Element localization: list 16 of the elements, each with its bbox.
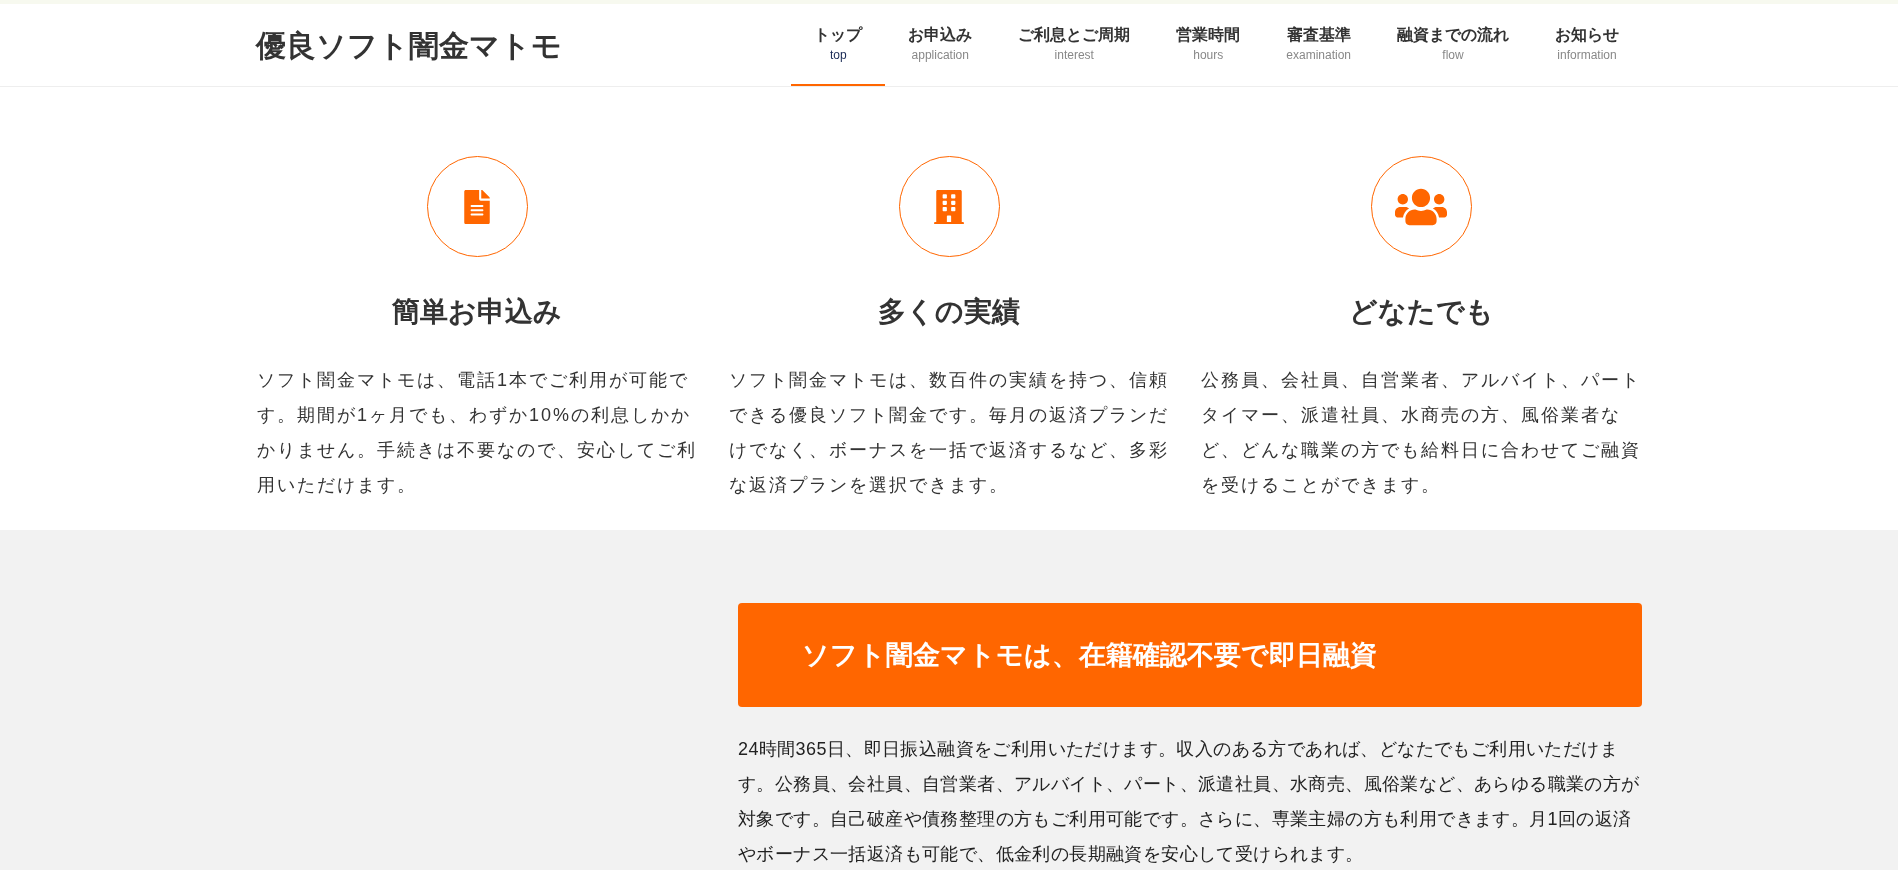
feature-text: 公務員、会社員、自営業者、アルバイト、パートタイマー、派遣社員、水商売の方、風俗業者など、どんな職業の方でも給料日に合わせてご融資を受けることができます。 [1201, 369, 1641, 497]
feature-text: ソフト闇金マトモは、数百件の実績を持つ、信頼できる優良ソフト闇金です。毎月の返済プランだけでなく、ボーナスを一括で返済するなど、多彩な返済プランを選択できます。 [729, 369, 1169, 497]
site-logo[interactable]: 優良ソフト闇金マトモ [256, 22, 562, 68]
feature-title: 簡単お申込み [392, 295, 562, 329]
nav-tab[interactable]: お申込み application [885, 4, 996, 86]
nav-tab[interactable]: 審査基準 examination [1263, 4, 1374, 86]
nav-tab[interactable]: お知らせ information [1532, 4, 1642, 86]
banner-heading: ソフト闇金マトモは、在籍確認不要で即日融資 [802, 638, 1377, 672]
nav-tab[interactable]: 営業時間 hours [1153, 4, 1264, 86]
building-icon [932, 189, 966, 224]
nav-tab[interactable]: 融資までの流れ flow [1374, 4, 1532, 86]
nav-tab[interactable]: ご利息とご周期 interest [995, 4, 1154, 86]
feature-title: どなたでも [1348, 295, 1494, 329]
feature-text: ソフト闇金マトモは、電話1本でご利用が可能です。期間が1ヶ月でも、わずか10%の利息しかかかりません。手続きは不要なので、安心してご利用いただけます。 [257, 369, 697, 497]
feature-title: 多くの実績 [878, 295, 1020, 329]
section-text: 24時間365日、即日振込融資をご利用いただけます。収入のある方であれば、どなたでもご利用いただけます。公務員、会社員、自営業者、アルバイト、パート、派遣社員、水商売、風俗業など、あらゆる職業の方が対象です。自己破産や債務整理の方もご利用可能です。さらに、専業主婦の方も利用できます。月1回の返済やボーナス一括返済も可能で、低金利の長期融資を安心して受けられます。 [738, 738, 1641, 866]
